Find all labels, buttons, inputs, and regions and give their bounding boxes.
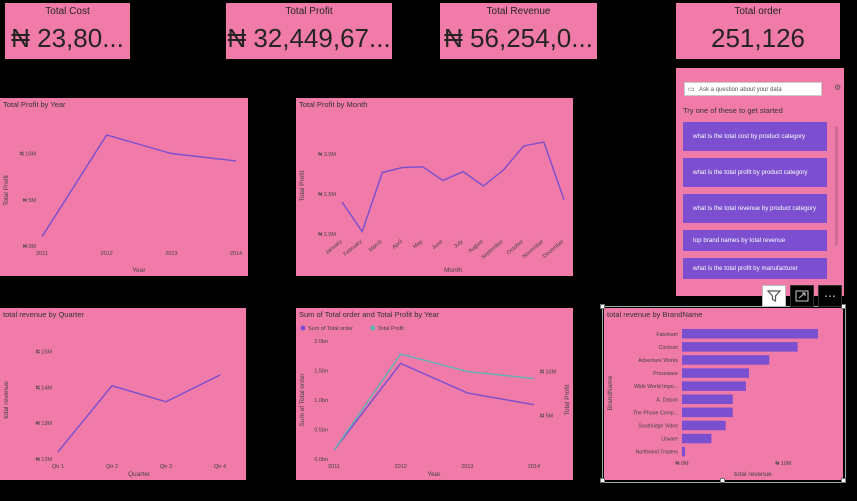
more-options-icon[interactable]: ⋯ (818, 285, 842, 307)
x-tick-label: August (468, 239, 485, 255)
kpi-value: ₦ 56,254,0... (444, 23, 593, 53)
series-line (41, 134, 237, 238)
x-tick-label: June (431, 239, 444, 251)
y-axis-label: Sum of Total order (299, 373, 306, 427)
y-tick-label: ₦ 2.0M (318, 232, 336, 238)
visual-selection-frame (602, 306, 846, 483)
series-line (333, 353, 535, 451)
y-tick-label: 0.0bn (314, 457, 328, 463)
x-tick-label: Qtr 3 (160, 464, 172, 470)
y-tick-label: ₦ 10M (20, 152, 37, 158)
y-tick-label: 2.0bn (314, 339, 328, 345)
legend-marker (300, 325, 306, 331)
chart-svg: ₦ 2.0M ₦ 2.5M ₦ 3.0M January February March Ap… (299, 141, 565, 274)
x-tick-label: October (506, 239, 525, 256)
legend-entry: Sum of Total order (308, 326, 353, 332)
x-tick-label: April (392, 239, 404, 251)
kpi-total-cost[interactable]: Total Cost ₦ 23,80... (5, 3, 130, 59)
kpi-title: Total order (734, 6, 782, 17)
visual-header-toolbar: ⋯ (762, 285, 842, 309)
y-axis-label: Total Profit (3, 175, 10, 206)
x-tick-label: March (368, 239, 384, 253)
kpi-total-profit[interactable]: Total Profit ₦ 32,449,67... (226, 3, 392, 59)
qa-suggestion-button[interactable]: what is the total profit by manufacturer (683, 258, 827, 279)
x-axis-label: Year (132, 267, 146, 274)
qa-placeholder: Ask a question about your data (699, 87, 782, 93)
chart-svg: 0.0bn 0.5bn 1.0bn 1.5bn 2.0bn ₦ 5M ₦ 10M 2011 20… (299, 325, 571, 478)
kpi-value: ₦ 23,80... (11, 23, 124, 53)
x-tick-label: 2011 (36, 251, 48, 257)
x-tick-label: 2013 (461, 464, 473, 470)
chart-profit-by-month[interactable]: Total Profit by Month ₦ 2.0M ₦ 2.5M ₦ 3.0M… (296, 98, 573, 276)
chart-order-profit-by-year[interactable]: Sum of Total order and Total Profit by Y… (296, 308, 573, 480)
y2-tick-label: ₦ 5M (540, 413, 554, 419)
legend-marker (370, 325, 376, 331)
kpi-value: 251,126 (711, 23, 805, 53)
scrollbar[interactable] (835, 126, 838, 246)
x-tick-label: Qtr 1 (52, 464, 64, 470)
focus-mode-icon[interactable] (790, 285, 814, 307)
kpi-value: ₦ 32,449,67... (227, 23, 391, 53)
chart-svg: ₦ 0M ₦ 5M ₦ 10M 2011 2012 2013 2014 Year Total P… (3, 134, 242, 274)
y2-tick-label: ₦ 10M (540, 370, 557, 376)
x-tick-label: May (412, 239, 424, 250)
x-tick-label: Qtr 4 (214, 464, 226, 470)
y-tick-label: 1.0bn (314, 398, 328, 404)
resize-handle[interactable] (600, 304, 605, 309)
x-tick-label: Qtr 2 (106, 464, 118, 470)
x-axis-label: Quarter (128, 471, 151, 478)
kpi-total-order[interactable]: Total order 251,126 (676, 3, 840, 59)
y-tick-label: 0.5bn (314, 428, 328, 434)
gear-icon[interactable]: ⚙ (834, 83, 841, 92)
kpi-title: Total Profit (285, 6, 333, 17)
y-tick-label: ₦ 5M (23, 198, 37, 204)
qa-suggestion-button[interactable]: what is the total profit by product cate… (683, 158, 827, 187)
y-tick-label: ₦ 13M (36, 421, 53, 427)
x-tick-label: 2014 (230, 251, 242, 257)
y-tick-label: ₦ 0M (23, 244, 37, 250)
resize-handle[interactable] (720, 478, 725, 483)
y-axis-label: total revenue (3, 381, 10, 419)
x-tick-label: 2011 (328, 464, 340, 470)
x-tick-label: December (542, 239, 565, 260)
x-tick-label: 2014 (528, 464, 540, 470)
y2-axis-label: Total Profit (564, 384, 571, 415)
kpi-title: Total Revenue (486, 6, 551, 17)
x-tick-label: 2012 (101, 251, 113, 257)
qa-try-label: Try one of these to get started (683, 106, 783, 115)
y-tick-label: ₦ 2.5M (318, 192, 336, 198)
filter-icon[interactable] (762, 285, 786, 307)
qa-suggestion-button[interactable]: what is the total revenue by product cat… (683, 194, 827, 223)
resize-handle[interactable] (600, 478, 605, 483)
y-tick-label: ₦ 3.0M (318, 152, 336, 158)
x-tick-label: July (453, 239, 465, 250)
x-tick-label: September (480, 239, 505, 261)
y-tick-label: ₦ 15M (36, 350, 53, 356)
chat-icon: ▭ (688, 86, 695, 93)
series-line (341, 141, 565, 234)
qa-visual[interactable]: ▭ Ask a question about your data ⚙ Try o… (676, 68, 844, 296)
qa-question-input[interactable]: ▭ Ask a question about your data (684, 82, 822, 96)
kpi-total-revenue[interactable]: Total Revenue ₦ 56,254,0... (440, 3, 597, 59)
y-tick-label: 1.5bn (314, 369, 328, 375)
series-line (57, 374, 221, 453)
qa-suggestion-button[interactable]: what is the total cost by product catego… (683, 122, 827, 151)
y-tick-label: ₦ 14M (36, 385, 53, 391)
x-tick-label: November (522, 239, 545, 260)
qa-suggestion-button[interactable]: top brand names by total revenue (683, 230, 827, 251)
x-tick-label: January (324, 239, 343, 256)
chart-profit-by-year[interactable]: Total Profit by Year ₦ 0M ₦ 5M ₦ 10M 2011 20… (0, 98, 248, 276)
x-tick-label: 2013 (165, 251, 177, 257)
x-tick-label: February (343, 239, 364, 258)
y-axis-label: Total Profit (299, 170, 306, 201)
resize-handle[interactable] (841, 478, 846, 483)
legend-entry: Total Profit (378, 326, 404, 332)
x-axis-label: Month (444, 267, 462, 274)
x-axis-label: Year (427, 471, 441, 478)
y-tick-label: ₦ 12M (36, 457, 53, 463)
chart-revenue-by-quarter[interactable]: total revenue by Quarter ₦ 12M ₦ 13M ₦ 14M… (0, 308, 246, 480)
kpi-title: Total Cost (45, 6, 90, 17)
x-tick-label: 2012 (395, 464, 407, 470)
chart-svg: ₦ 12M ₦ 13M ₦ 14M ₦ 15M Qtr 1 Qtr 2 Qtr 3 Qtr 4… (3, 350, 226, 478)
